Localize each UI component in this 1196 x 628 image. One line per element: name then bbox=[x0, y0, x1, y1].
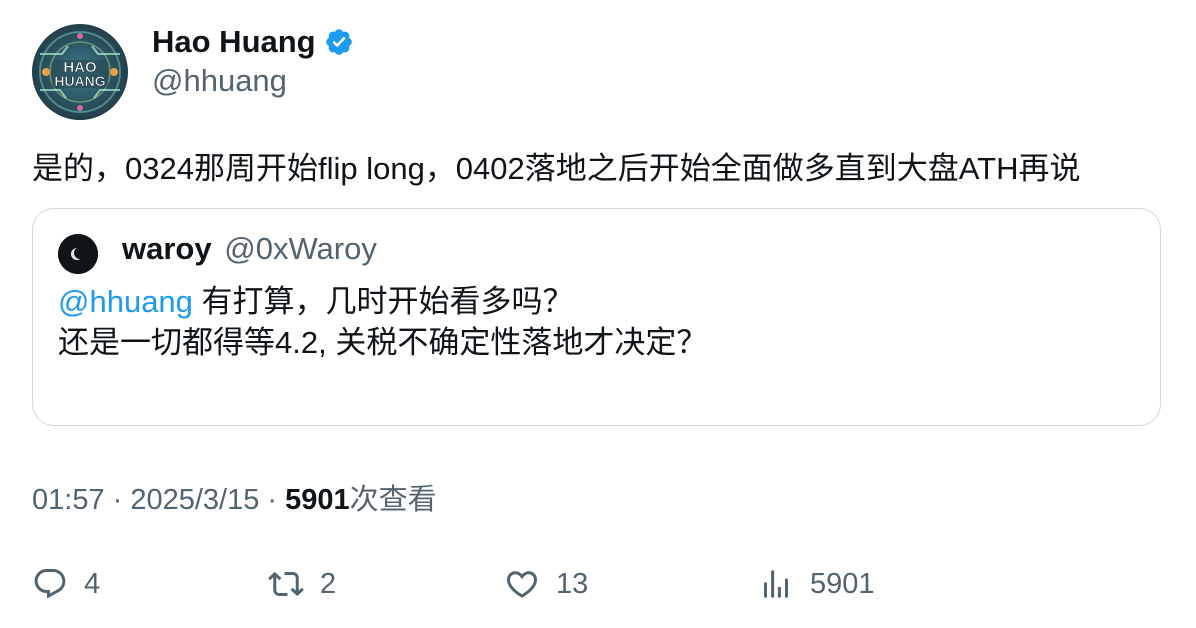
verified-badge-icon[interactable] bbox=[324, 27, 354, 57]
view-count-label: 次查看 bbox=[349, 484, 437, 516]
author-name-row[interactable]: Hao Huang bbox=[152, 22, 354, 62]
reply-icon bbox=[34, 569, 66, 599]
mention-link[interactable]: @hhuang bbox=[58, 284, 193, 319]
retweet-button[interactable]: 2 bbox=[268, 560, 336, 608]
tweet-text: 是的，0324那周开始flip long，0402落地之后开始全面做多直到大盘A… bbox=[32, 151, 1081, 186]
retweet-icon bbox=[268, 571, 304, 597]
meta-separator: · bbox=[259, 484, 286, 516]
quoted-line-2: 还是一切都得等4.2, 关税不确定性落地才决定？ bbox=[58, 325, 708, 360]
quoted-author-handle: @0xWaroy bbox=[224, 231, 377, 266]
quoted-tweet-text: @hhuang 有打算，几时开始看多吗？ 还是一切都得等4.2, 关税不确定性落… bbox=[58, 281, 707, 363]
view-count: 5901 bbox=[285, 484, 350, 516]
views-button[interactable]: 5901 bbox=[758, 560, 875, 608]
avatar-text-2: HUANG bbox=[54, 73, 105, 89]
quoted-line-1-text: 有打算，几时开始看多吗？ bbox=[192, 284, 574, 319]
author-name[interactable]: Hao Huang bbox=[152, 24, 316, 60]
quoted-author-avatar bbox=[58, 234, 98, 274]
tweet-date[interactable]: 2025/3/15 bbox=[130, 484, 259, 516]
avatar-image: HAO HUANG bbox=[32, 24, 128, 120]
meta-separator: · bbox=[104, 484, 131, 516]
quoted-tweet-card[interactable]: waroy @0xWaroy @hhuang 有打算，几时开始看多吗？ 还是一切… bbox=[32, 208, 1161, 426]
views-action-count: 5901 bbox=[810, 567, 875, 600]
moon-icon bbox=[58, 234, 98, 274]
quoted-line-1: @hhuang 有打算，几时开始看多吗？ bbox=[58, 281, 707, 322]
views-chart-icon bbox=[764, 570, 788, 598]
tweet-time[interactable]: 01:57 bbox=[32, 484, 105, 516]
like-count: 13 bbox=[556, 567, 589, 600]
quoted-author-name: waroy bbox=[122, 231, 212, 266]
reply-button[interactable]: 4 bbox=[32, 560, 100, 608]
quoted-header: waroy @0xWaroy bbox=[122, 231, 377, 267]
reply-count: 4 bbox=[84, 567, 101, 600]
action-bar: 4 2 13 5901 bbox=[0, 560, 1196, 608]
author-handle[interactable]: @hhuang bbox=[152, 63, 287, 99]
author-avatar[interactable]: HAO HUANG bbox=[32, 24, 128, 120]
like-button[interactable]: 13 bbox=[504, 560, 588, 608]
heart-icon bbox=[506, 571, 538, 598]
tweet-meta: 01:57 · 2025/3/15 · 5901次查看 bbox=[32, 476, 437, 518]
retweet-count: 2 bbox=[320, 567, 337, 600]
